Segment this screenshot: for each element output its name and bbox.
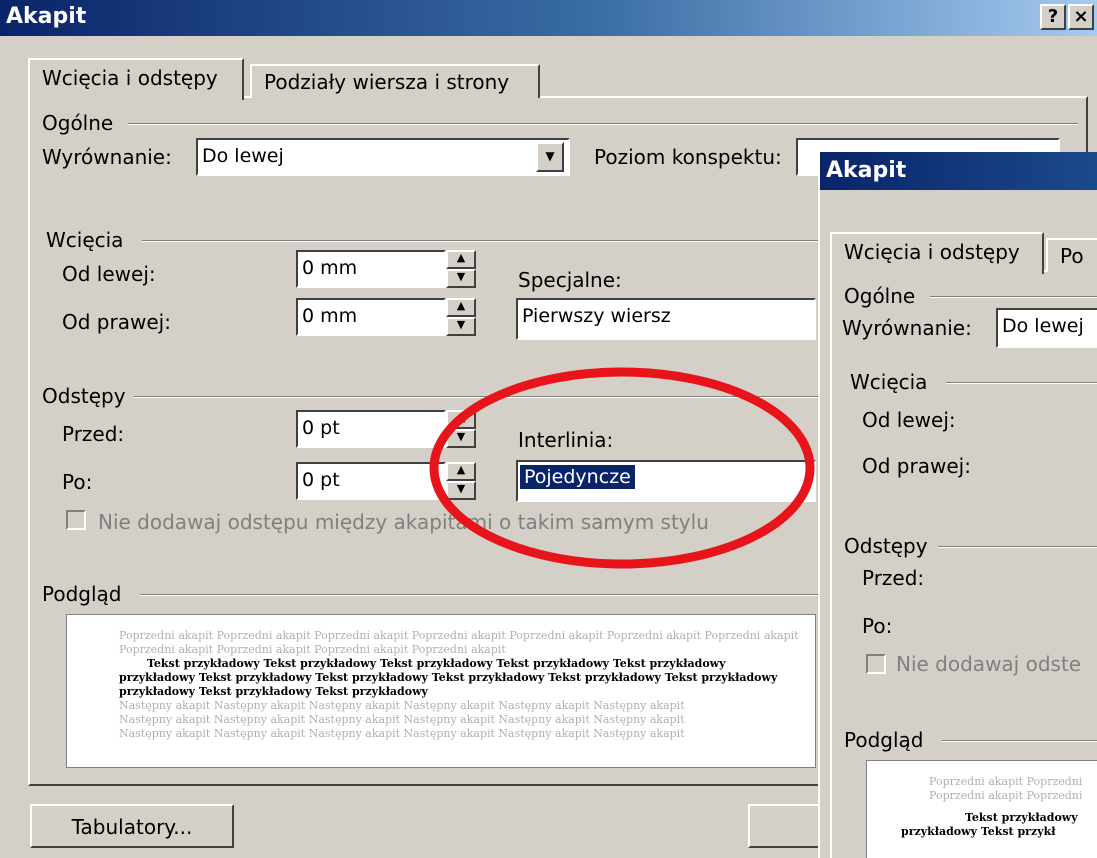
indent-right-input[interactable]: 0 mm xyxy=(296,298,446,336)
title-bar[interactable]: Akapit ? × xyxy=(0,0,1097,36)
alignment-label: Wyrównanie: xyxy=(42,145,172,169)
indent-left-value: 0 mm xyxy=(302,257,358,279)
paragraph-dialog-overlay: Akapit Wcięcia i odstępy Po Ogólne Wyrów… xyxy=(818,152,1097,858)
alignment-select[interactable]: Do lewej xyxy=(196,138,570,176)
overlay-preview-sample-line: Tekst przykładowy xyxy=(965,811,1078,824)
spacing-after-label: Po: xyxy=(62,470,93,494)
spin-down-icon[interactable]: ▼ xyxy=(446,269,476,288)
overlay-no-space-label: Nie dodawaj odste xyxy=(896,652,1082,676)
close-button[interactable]: × xyxy=(1068,4,1094,30)
spin-up-icon[interactable]: ▲ xyxy=(446,298,476,317)
preview-sample-line: Tekst przykładowy Tekst przykładowy Teks… xyxy=(147,657,726,670)
overlay-alignment-value: Do lewej xyxy=(1002,315,1084,337)
tab-indents-label: Wcięcia i odstępy xyxy=(42,66,218,90)
overlay-preview-divider xyxy=(942,740,1097,742)
overlay-tab-breaks-label: Po xyxy=(1060,244,1084,268)
overlay-spacing-title: Odstępy xyxy=(844,534,928,558)
preview-prev-line: Poprzedni akapit Poprzedni akapit Poprze… xyxy=(119,629,799,642)
overlay-alignment-select[interactable]: Do lewej xyxy=(996,308,1097,348)
preview-prev-line: Poprzedni akapit Poprzedni akapit Poprze… xyxy=(119,643,506,656)
overlay-no-space-checkbox[interactable] xyxy=(866,654,886,674)
preview-next-line: Następny akapit Następny akapit Następny… xyxy=(119,727,685,740)
spin-down-icon[interactable]: ▼ xyxy=(446,317,476,336)
overlay-preview-prev-line: Poprzedni akapit Poprzedni xyxy=(929,775,1083,788)
indents-divider xyxy=(142,240,842,242)
preview-section-title: Podgląd xyxy=(42,582,122,606)
no-space-checkbox[interactable] xyxy=(66,510,86,530)
indents-section-title: Wcięcia xyxy=(46,228,124,252)
overlay-indents-title: Wcięcia xyxy=(850,370,928,394)
ok-button[interactable] xyxy=(748,804,828,848)
overlay-after-label: Po: xyxy=(862,614,893,638)
overlay-tab-indents[interactable]: Wcięcia i odstępy xyxy=(830,232,1044,274)
spacing-before-value: 0 pt xyxy=(302,417,340,439)
tabs-button[interactable]: Tabulatory... xyxy=(30,804,234,848)
overlay-preview-sample-line: przykładowy Tekst przykł xyxy=(901,825,1056,838)
tabs-button-label: Tabulatory... xyxy=(71,815,193,839)
overlay-general-title: Ogólne xyxy=(844,284,916,308)
indent-left-input[interactable]: 0 mm xyxy=(296,250,446,288)
spacing-after-value: 0 pt xyxy=(302,469,340,491)
overlay-spacing-divider xyxy=(938,546,1097,548)
indent-left-spinner[interactable]: ▲ ▼ xyxy=(446,250,476,288)
spacing-before-label: Przed: xyxy=(62,422,125,446)
overlay-indent-left-label: Od lewej: xyxy=(862,408,956,432)
outline-level-label: Poziom konspektu: xyxy=(594,145,782,169)
overlay-tab-breaks[interactable]: Po xyxy=(1046,238,1097,272)
indent-right-value: 0 mm xyxy=(302,305,358,327)
dialog-title: Akapit xyxy=(6,4,87,29)
tab-indents-spacing[interactable]: Wcięcia i odstępy xyxy=(28,58,244,100)
spacing-section-title: Odstępy xyxy=(42,384,126,408)
overlay-before-label: Przed: xyxy=(862,566,925,590)
overlay-dialog-title: Akapit xyxy=(826,158,907,183)
preview-next-line: Następny akapit Następny akapit Następny… xyxy=(119,699,685,712)
special-label: Specjalne: xyxy=(518,268,622,292)
alignment-dropdown-button[interactable]: ▼ xyxy=(536,142,564,172)
preview-sample-line: przykładowy Tekst przykładowy Tekst przy… xyxy=(119,685,428,698)
indent-left-label: Od lewej: xyxy=(62,262,156,286)
preview-box: Poprzedni akapit Poprzedni akapit Poprze… xyxy=(66,614,816,768)
help-button[interactable]: ? xyxy=(1040,4,1066,30)
overlay-general-divider xyxy=(930,296,1097,298)
overlay-indents-divider xyxy=(946,382,1097,384)
preview-divider xyxy=(140,594,840,596)
special-select[interactable]: Pierwszy wiersz xyxy=(516,298,816,340)
preview-next-line: Następny akapit Następny akapit Następny… xyxy=(119,713,685,726)
overlay-tab-indents-label: Wcięcia i odstępy xyxy=(844,240,1020,264)
annotation-ellipse xyxy=(429,367,815,569)
general-divider xyxy=(128,123,1078,125)
overlay-indent-right-label: Od prawej: xyxy=(862,454,971,478)
overlay-title-bar[interactable]: Akapit xyxy=(820,152,1097,190)
general-section-title: Ogólne xyxy=(42,111,114,135)
spin-up-icon[interactable]: ▲ xyxy=(446,250,476,269)
indent-right-label: Od prawej: xyxy=(62,310,171,334)
tab-line-page-breaks[interactable]: Podziały wiersza i strony xyxy=(250,64,540,98)
overlay-preview-prev-line: Poprzedni akapit Poprzedni xyxy=(929,789,1083,802)
alignment-value: Do lewej xyxy=(202,145,284,167)
special-value: Pierwszy wiersz xyxy=(522,305,671,327)
overlay-preview-box: Poprzedni akapit Poprzedni Poprzedni aka… xyxy=(866,760,1097,858)
preview-sample-line: przykładowy Tekst przykładowy Tekst przy… xyxy=(119,671,778,684)
tab-breaks-label: Podziały wiersza i strony xyxy=(264,70,510,94)
overlay-preview-title: Podgląd xyxy=(844,728,924,752)
overlay-alignment-label: Wyrównanie: xyxy=(842,316,972,340)
indent-right-spinner[interactable]: ▲ ▼ xyxy=(446,298,476,336)
